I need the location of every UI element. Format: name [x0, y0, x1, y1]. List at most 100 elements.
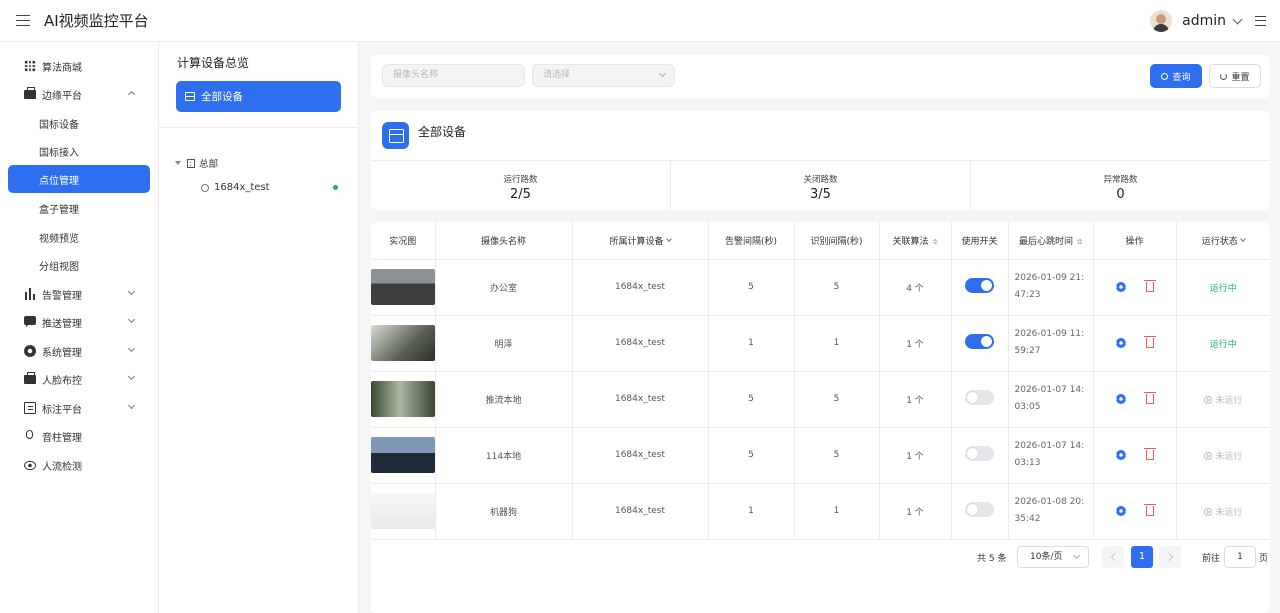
- status-text: 未运行: [1215, 507, 1243, 518]
- filter-bar: 摄像头名称 请选择 查询 重置: [371, 55, 1270, 98]
- menu-icon[interactable]: [1255, 16, 1266, 26]
- next-page-button[interactable]: [1159, 546, 1181, 568]
- device-select[interactable]: 请选择: [532, 64, 675, 87]
- delete-icon[interactable]: [1143, 335, 1156, 348]
- sidebar-item-gb-access[interactable]: 国标接入: [8, 137, 150, 165]
- status-stopped: 未运行: [1204, 395, 1242, 406]
- sidebar-item-face-control[interactable]: 人脸布控: [8, 365, 150, 393]
- delete-icon[interactable]: [1143, 503, 1156, 516]
- reset-button[interactable]: 重置: [1209, 64, 1261, 88]
- camera-snapshot[interactable]: [371, 493, 435, 529]
- sidebar: 算法商城 边缘平台 国标设备 国标接入 点位管理 盒子管理 视频预览 分组视图 …: [0, 42, 159, 613]
- delete-icon[interactable]: [1143, 447, 1156, 460]
- caret-down-icon[interactable]: [175, 161, 181, 165]
- camera-snapshot[interactable]: [371, 325, 435, 361]
- sidebar-item-push-management[interactable]: 推送管理: [8, 308, 150, 336]
- settings-icon[interactable]: [1115, 281, 1126, 292]
- sidebar-item-system-management[interactable]: 系统管理: [8, 337, 150, 365]
- prev-page-button[interactable]: [1102, 546, 1124, 568]
- col-label: 关联算法: [892, 236, 929, 247]
- camera-name-input[interactable]: 摄像头名称: [382, 64, 525, 87]
- algorithm-count: 4 个: [879, 259, 952, 316]
- sidebar-item-gb-devices[interactable]: 国标设备: [8, 109, 150, 137]
- sidebar-item-alarm-management[interactable]: 告警管理: [8, 280, 150, 308]
- enable-toggle[interactable]: [965, 334, 994, 349]
- chevron-down-icon: [127, 401, 136, 410]
- stat-abnormal: 异常路数 0: [971, 161, 1270, 210]
- avatar[interactable]: [1150, 10, 1173, 32]
- sidebar-item-annotation-platform[interactable]: 标注平台: [8, 394, 150, 422]
- enable-toggle[interactable]: [965, 502, 994, 517]
- status-stopped: 未运行: [1204, 451, 1242, 462]
- sidebar-item-speaker-management[interactable]: 音柱管理: [8, 422, 150, 450]
- sidebar-item-box-management[interactable]: 盒子管理: [8, 194, 150, 222]
- status-cell: 运行中: [1176, 259, 1270, 316]
- sidebar-item-label: 推送管理: [42, 318, 82, 330]
- camera-snapshot[interactable]: [371, 269, 435, 305]
- page-size-value: 10条/页: [1030, 552, 1063, 562]
- enable-toggle[interactable]: [965, 390, 994, 405]
- sidebar-item-group-view[interactable]: 分组视图: [8, 251, 150, 279]
- all-devices-button[interactable]: 全部设备: [176, 81, 341, 112]
- col-actions: 操作: [1093, 222, 1177, 260]
- col-heartbeat[interactable]: 最后心跳时间: [1008, 222, 1094, 260]
- status-cell: 运行中: [1176, 315, 1270, 372]
- sidebar-item-edge-platform[interactable]: 边缘平台: [8, 80, 150, 108]
- sidebar-item-algorithm-store[interactable]: 算法商城: [8, 52, 150, 80]
- settings-icon[interactable]: [1115, 505, 1126, 516]
- enable-toggle[interactable]: [965, 278, 994, 293]
- tree-node-device[interactable]: 1684x_test: [201, 182, 270, 193]
- camera-snapshot[interactable]: [371, 437, 435, 473]
- chevron-down-icon[interactable]: [665, 235, 672, 242]
- device-tree-panel: 计算设备总览 全部设备 总部 1684x_test: [159, 42, 359, 613]
- sidebar-item-point-management[interactable]: 点位管理: [8, 165, 150, 193]
- page-size-select[interactable]: 10条/页: [1017, 546, 1089, 568]
- col-recognition-interval: 识别间隔(秒): [794, 222, 880, 260]
- settings-icon[interactable]: [1115, 393, 1126, 404]
- camera-snapshot[interactable]: [371, 381, 435, 417]
- username[interactable]: admin: [1182, 13, 1226, 29]
- sort-icon[interactable]: [1077, 237, 1082, 245]
- online-status-dot: [333, 185, 338, 190]
- bar-chart-icon: [24, 288, 36, 300]
- settings-icon[interactable]: [1115, 449, 1126, 460]
- top-header: AI视频监控平台 admin: [0, 0, 1280, 42]
- page-unit-label: 页: [1259, 554, 1269, 564]
- sidebar-item-label: 边缘平台: [42, 90, 82, 102]
- goto-page-input[interactable]: 1: [1224, 546, 1256, 568]
- chevron-down-icon[interactable]: [1239, 235, 1246, 242]
- delete-icon[interactable]: [1143, 391, 1156, 404]
- col-algorithms[interactable]: 关联算法: [879, 222, 952, 260]
- table-header: 实况图 摄像头名称 所属计算设备 告警间隔(秒) 识别间隔(秒) 关联算法 使用…: [371, 222, 1270, 260]
- query-button[interactable]: 查询: [1150, 64, 1202, 88]
- sort-icon[interactable]: [932, 237, 938, 245]
- settings-icon[interactable]: [1115, 337, 1126, 348]
- delete-icon[interactable]: [1143, 279, 1156, 292]
- col-label: 最后心跳时间: [1018, 236, 1073, 247]
- heartbeat-cell: 2026-01-07 14:03:05: [1008, 371, 1094, 428]
- table-row: 机器狗 1684x_test 1 1 1 个 2026-01-08 20:35:42 未运行: [371, 483, 1270, 540]
- enable-toggle[interactable]: [965, 446, 994, 461]
- stat-closed: 关闭路数 3/5: [671, 161, 971, 210]
- hamburger-menu-icon[interactable]: [16, 15, 30, 26]
- camera-table-card: 实况图 摄像头名称 所属计算设备 告警间隔(秒) 识别间隔(秒) 关联算法 使用…: [371, 222, 1270, 613]
- algorithm-count: 1 个: [879, 371, 952, 428]
- col-status[interactable]: 运行状态: [1176, 222, 1270, 260]
- sidebar-item-crowd-detection[interactable]: 人流检测: [8, 451, 150, 479]
- briefcase-icon: [24, 372, 36, 384]
- page-number-current[interactable]: 1: [1131, 546, 1153, 568]
- query-label: 查询: [1172, 72, 1191, 83]
- tree-node-root[interactable]: 总部: [175, 156, 218, 170]
- server-icon: [382, 122, 409, 149]
- sidebar-item-video-preview[interactable]: 视频预览: [8, 223, 150, 251]
- actions-cell: [1093, 315, 1177, 372]
- briefcase-icon: [24, 87, 36, 99]
- table-row: 114本地 1684x_test 5 5 1 个 2026-01-07 14:03:13 未…: [371, 427, 1270, 484]
- chevron-down-icon[interactable]: [1232, 14, 1243, 24]
- building-icon: [187, 158, 195, 168]
- live-image-cell: [371, 427, 436, 484]
- stat-label: 异常路数: [1103, 175, 1138, 185]
- stat-label: 运行路数: [503, 175, 538, 185]
- col-device[interactable]: 所属计算设备: [572, 222, 709, 260]
- status-stopped: 未运行: [1204, 507, 1243, 518]
